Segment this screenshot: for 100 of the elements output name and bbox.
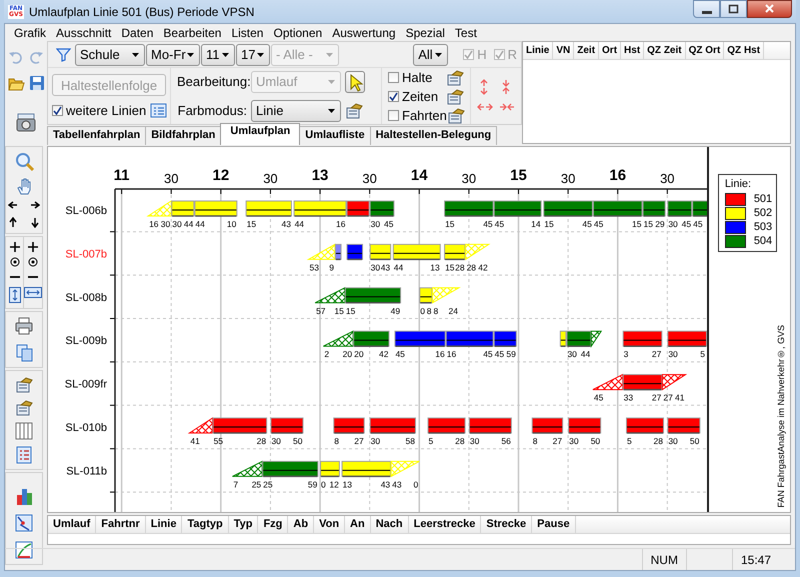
columns-icon[interactable] [15, 422, 33, 440]
trip-bar[interactable] [568, 418, 602, 434]
close-button[interactable] [747, 0, 792, 18]
trip-bar[interactable] [344, 287, 402, 304]
export-icon[interactable] [15, 399, 33, 416]
menu-item[interactable]: Spezial [400, 26, 450, 40]
print-icon[interactable] [15, 317, 33, 335]
dropdown[interactable]: Linie [251, 100, 341, 122]
menu-item[interactable]: Ausschnitt [51, 26, 116, 40]
trip-bar[interactable] [622, 330, 662, 347]
column-header[interactable]: Fzg [258, 516, 288, 533]
export-icon[interactable] [345, 102, 363, 119]
trip-bar[interactable] [342, 460, 392, 478]
column-header[interactable]: Zeit [574, 42, 600, 59]
expand-horizontal-icon[interactable] [477, 101, 493, 113]
trip-bar[interactable] [667, 418, 700, 434]
column-header[interactable]: Ort [599, 42, 622, 59]
trip-bar[interactable] [494, 200, 542, 217]
dropdown[interactable]: 17 [236, 44, 270, 66]
zoom-in-icon[interactable] [28, 242, 38, 252]
trip-bar[interactable] [346, 200, 370, 217]
menu-item[interactable]: Daten [116, 26, 158, 40]
column-header[interactable]: Typ [228, 516, 258, 533]
dropdown[interactable]: 11 [201, 44, 235, 66]
trip-bar[interactable] [294, 200, 346, 217]
trip-bar[interactable] [667, 330, 707, 347]
menu-item[interactable]: Grafik [9, 26, 52, 40]
list-icon[interactable] [16, 446, 32, 464]
column-header[interactable]: Tagtyp [182, 516, 229, 533]
hand-icon[interactable] [16, 177, 32, 195]
curve-chart-icon[interactable] [15, 541, 33, 559]
trip-bar[interactable] [346, 244, 364, 260]
checkbox[interactable] [388, 72, 399, 82]
column-header[interactable]: Hst [621, 42, 644, 59]
column-header[interactable]: Nach [370, 516, 409, 533]
trip-bar[interactable] [194, 200, 238, 217]
column-header[interactable]: An [345, 516, 371, 533]
trip-bar[interactable] [444, 200, 494, 217]
column-header[interactable]: QZ Hst [724, 42, 764, 59]
down-arrow-icon[interactable] [31, 217, 39, 228]
column-header[interactable]: VN [553, 42, 574, 59]
dropdown[interactable]: Schule [75, 44, 145, 66]
trip-bar[interactable] [692, 200, 707, 217]
menu-item[interactable]: Auswertung [327, 26, 401, 40]
camera-icon[interactable] [16, 113, 36, 132]
trip-bar[interactable] [446, 330, 494, 347]
save-icon[interactable] [28, 75, 44, 91]
minimize-button[interactable] [693, 0, 720, 18]
export-icon[interactable] [446, 106, 465, 124]
column-header[interactable]: QZ Ort [686, 42, 724, 59]
trip-bar[interactable] [246, 200, 292, 217]
trip-bar[interactable] [392, 244, 441, 260]
fit-width-icon[interactable] [24, 287, 42, 298]
column-header[interactable]: Strecke [481, 516, 532, 533]
maximize-button[interactable] [720, 0, 747, 18]
right-arrow-icon[interactable] [30, 201, 40, 209]
tab[interactable]: Tabellenfahrplan [47, 126, 146, 145]
pointer-tool-button[interactable] [345, 70, 365, 92]
left-arrow-icon[interactable] [8, 201, 18, 209]
trip-bar[interactable] [543, 200, 593, 217]
search-icon[interactable] [14, 152, 34, 171]
empty-run-bar[interactable] [590, 330, 602, 348]
export-icon[interactable] [446, 68, 464, 86]
trip-bar[interactable] [642, 200, 666, 217]
trip-bar[interactable] [566, 330, 592, 347]
trip-bar[interactable] [370, 418, 416, 434]
trip-bar[interactable] [270, 418, 304, 434]
trip-bar[interactable] [262, 460, 318, 478]
copy-icon[interactable] [16, 344, 32, 362]
trip-bar[interactable] [626, 418, 664, 434]
line-chart-icon[interactable] [15, 514, 33, 532]
column-header[interactable]: Pause [532, 516, 576, 533]
trip-bar[interactable] [444, 244, 466, 260]
dropdown[interactable]: All [413, 44, 448, 66]
up-arrow-icon[interactable] [9, 217, 17, 228]
trip-bar[interactable] [560, 330, 566, 347]
trip-bar[interactable] [212, 418, 268, 434]
export-icon[interactable] [15, 376, 33, 393]
column-header[interactable]: Umlauf [48, 516, 96, 533]
column-header[interactable]: Von [314, 516, 346, 533]
checkbox[interactable] [388, 110, 399, 120]
checkbox[interactable] [388, 90, 399, 102]
zoom-in-icon[interactable] [10, 242, 20, 252]
trip-bar[interactable] [419, 287, 432, 304]
trip-bar[interactable] [428, 418, 466, 434]
trip-bar[interactable] [320, 460, 340, 478]
trip-bar[interactable] [494, 330, 517, 347]
column-header[interactable]: Linie [523, 42, 554, 59]
column-header[interactable]: Leerstrecke [408, 516, 482, 533]
trip-bar[interactable] [622, 374, 662, 390]
trip-bar[interactable] [334, 244, 342, 260]
trip-bar[interactable] [353, 330, 390, 347]
trip-bar[interactable] [532, 418, 564, 434]
tab[interactable]: Umlaufplan [220, 123, 300, 145]
filter-icon[interactable] [56, 47, 71, 62]
trip-bar[interactable] [468, 418, 512, 434]
column-header[interactable]: Fahrtnr [96, 516, 146, 533]
column-header[interactable]: Ab [288, 516, 314, 533]
trip-bar[interactable] [592, 200, 642, 217]
trip-bar[interactable] [333, 418, 365, 434]
